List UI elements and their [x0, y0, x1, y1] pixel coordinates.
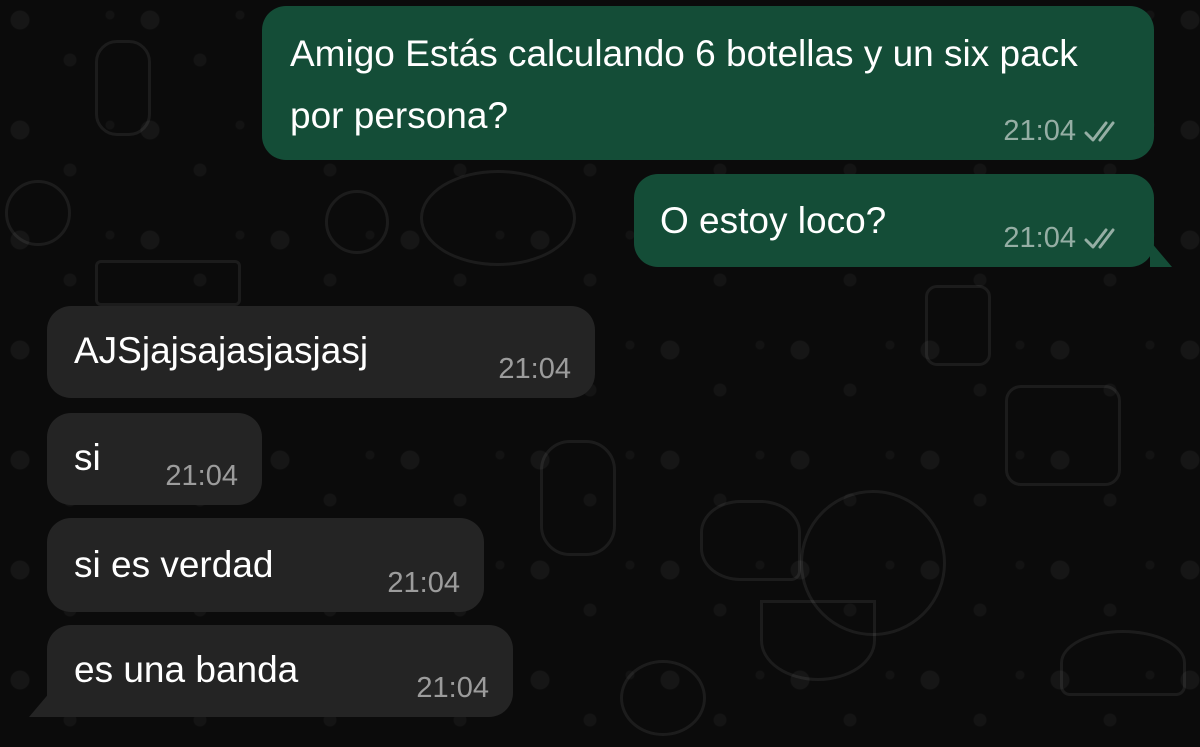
- message-time: 21:04: [1003, 115, 1076, 147]
- wallpaper-doodle: [700, 500, 801, 581]
- message-meta: 21:04: [498, 352, 571, 386]
- message-text: Amigo Estás calculando 6 botellas y un s…: [290, 33, 1088, 136]
- chat-area[interactable]: Amigo Estás calculando 6 botellas y un s…: [0, 0, 1200, 747]
- message-time: 21:04: [387, 567, 460, 599]
- wallpaper-doodle: [540, 440, 616, 556]
- message-time: 21:04: [165, 460, 238, 492]
- message-bubble-incoming[interactable]: AJSjajsajasjasjasj 21:04: [47, 306, 595, 398]
- wallpaper-doodle: [1060, 630, 1186, 696]
- bubble-tail: [29, 691, 51, 717]
- wallpaper-doodle: [420, 170, 576, 266]
- message-meta: 21:04: [1003, 114, 1128, 148]
- double-check-icon: [1084, 228, 1115, 249]
- message-meta: 21:04: [1003, 221, 1128, 255]
- double-check-icon: [1084, 121, 1115, 142]
- message-time: 21:04: [498, 353, 571, 385]
- message-meta: 21:04: [416, 671, 489, 705]
- message-meta: 21:04: [165, 459, 238, 493]
- bubble-tail: [1150, 241, 1172, 267]
- message-bubble-incoming[interactable]: si 21:04: [47, 413, 262, 505]
- wallpaper-doodle: [760, 600, 876, 681]
- wallpaper-doodle: [620, 660, 706, 736]
- wallpaper-doodle: [5, 180, 71, 246]
- message-bubble-incoming[interactable]: es una banda 21:04: [29, 625, 513, 717]
- message-bubble-incoming[interactable]: si es verdad 21:04: [47, 518, 484, 612]
- message-meta: 21:04: [387, 566, 460, 600]
- wallpaper-doodle: [95, 260, 241, 306]
- message-time: 21:04: [1003, 222, 1076, 254]
- wallpaper-doodle: [925, 285, 991, 366]
- wallpaper-doodle: [1005, 385, 1121, 486]
- wallpaper-doodle: [95, 40, 151, 136]
- message-bubble-outgoing[interactable]: O estoy loco? 21:04: [634, 174, 1172, 267]
- message-bubble-outgoing[interactable]: Amigo Estás calculando 6 botellas y un s…: [262, 6, 1154, 160]
- message-time: 21:04: [416, 672, 489, 704]
- wallpaper-doodle: [325, 190, 389, 254]
